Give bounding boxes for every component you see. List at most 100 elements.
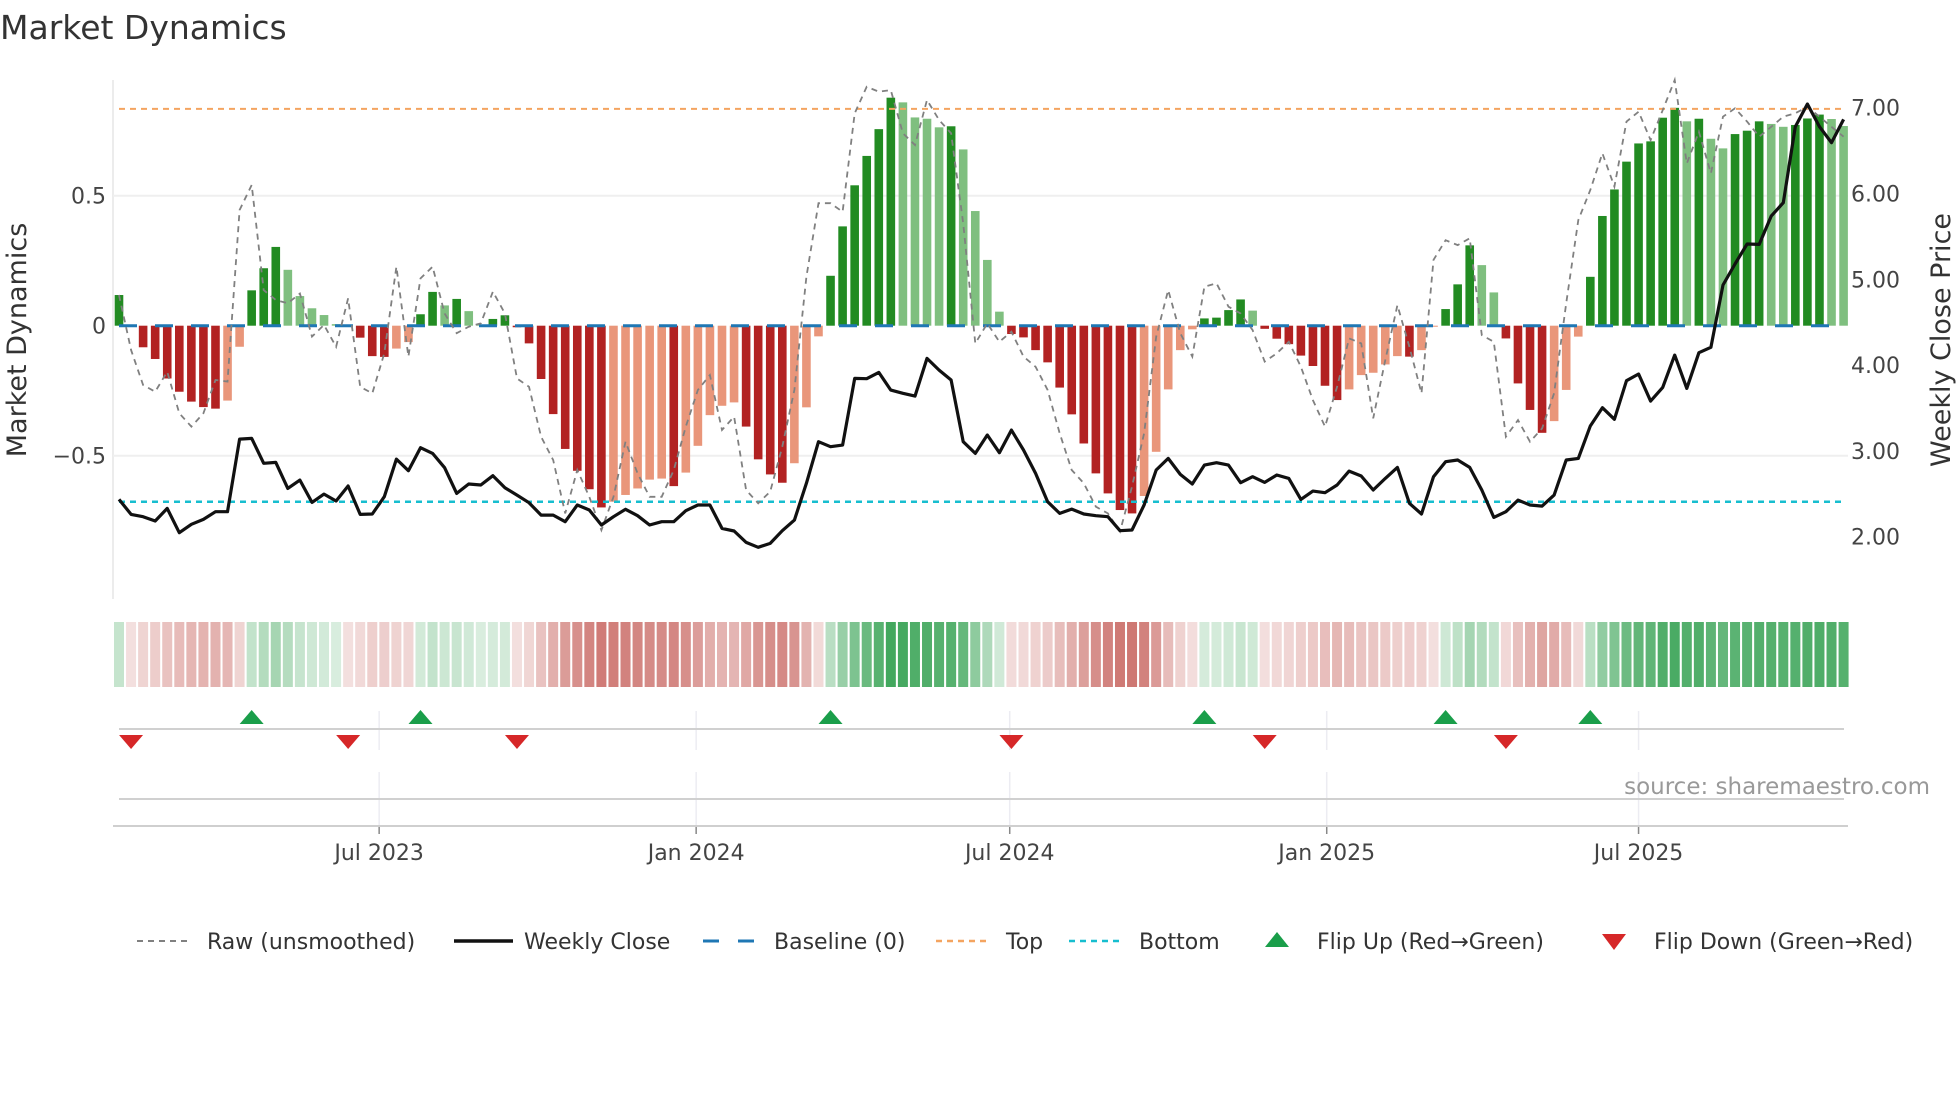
dynamics-bar [355,325,365,338]
flip-down-marker [504,735,529,749]
dynamics-bar [1730,134,1740,326]
heat-cell [1826,622,1837,687]
heat-cell [1428,622,1439,687]
heat-cell [186,622,197,687]
heat-cell [306,622,317,687]
dynamics-bar [802,325,811,408]
dynamics-bar [633,325,642,489]
heat-cell [1838,622,1849,687]
source-credit: source: sharemaestro.com [1624,774,1930,800]
heat-cell [524,622,535,687]
heat-cell [499,622,510,687]
heat-cell [1090,622,1101,687]
y2-tick-label: 7.00 [1851,97,1900,122]
chart-title: Market Dynamics [0,8,287,47]
heat-cell [560,622,571,687]
heat-cell [1042,622,1053,687]
flip-markers-panel [119,710,1844,750]
heat-cell [789,622,800,687]
dynamics-bar [1405,325,1414,357]
flip-up-marker [818,710,843,724]
heat-cell [319,622,330,687]
y2-tick-label: 2.00 [1851,526,1900,551]
legend-flip-down-icon [1602,934,1626,950]
heat-cell [837,622,848,687]
dynamics-bar [175,325,184,392]
heat-cell [704,622,715,687]
heat-cell [1211,622,1222,687]
dynamics-bar [826,275,835,326]
dynamics-bar [1742,130,1752,326]
dynamics-bar [1610,189,1619,326]
dynamics-bar [319,315,329,326]
heat-cell [1525,622,1536,687]
dynamics-bar [1634,143,1643,326]
heat-cell [294,622,305,687]
heat-cell [1139,622,1150,687]
dynamics-bar [1188,325,1197,330]
heat-cell [1102,622,1113,687]
x-tick-label: Jul 2023 [332,841,424,866]
dynamics-bar [1682,121,1692,326]
heat-cell [1187,622,1198,687]
dynamics-bar [838,226,847,326]
heat-cell [258,622,269,687]
dynamics-bar [1067,325,1077,415]
dynamics-bar [1501,325,1511,339]
heat-cell [1259,622,1270,687]
heat-cell [355,622,366,687]
dynamics-bar [1344,325,1354,390]
heat-cell [1380,622,1391,687]
heat-cell [1392,622,1403,687]
heat-cell [994,622,1005,687]
dynamics-bar [1320,325,1330,386]
heat-cell [415,622,426,687]
dynamics-bar [295,296,305,326]
heat-cell [463,622,474,687]
heat-cell [1597,622,1608,687]
heat-cell [922,622,933,687]
dynamics-bar [1537,325,1547,433]
raw-line [118,76,1845,534]
heat-cell [958,622,969,687]
heat-cell [1585,622,1596,687]
dynamics-bar [597,325,606,508]
dynamics-bar [1489,292,1499,326]
heat-cell [1669,622,1680,687]
heat-cell [403,622,414,687]
legend-label: Top [1005,930,1043,955]
dynamics-bar [1031,325,1040,351]
dynamics-bar [283,269,293,326]
flip-up-marker [1433,710,1458,724]
y2-ticks: 7.00 6.00 5.00 4.00 3.00 2.00 [1851,97,1900,551]
heat-cell [1778,622,1789,687]
dynamics-bar [1441,309,1450,326]
dynamics-bar [1622,161,1631,326]
dynamics-bar [705,325,715,416]
heat-cell [765,622,776,687]
dynamics-bar [669,325,679,487]
heat-cell [234,622,245,687]
heat-cell [1114,622,1125,687]
heat-cell [1223,622,1234,687]
heat-cell [451,622,462,687]
legend-label: Flip Down (Green→Red) [1654,930,1913,955]
dynamics-bar [464,311,474,326]
y-tick-label: −0.5 [53,445,106,470]
heat-cell [596,622,607,687]
dynamics-bars [114,97,1848,514]
dynamics-bar [440,305,449,326]
dynamics-bar [1417,325,1426,351]
series-lines [117,76,1846,549]
heat-cell [343,622,354,687]
dynamics-bar [416,314,425,326]
dynamics-bar [1670,107,1680,326]
flip-down-marker [336,735,361,749]
heat-cell [692,622,703,687]
dynamics-bar [1803,118,1812,326]
heat-cell [270,622,281,687]
dynamics-bar [211,325,220,409]
heat-cell [1730,622,1741,687]
heat-cell [1151,622,1162,687]
dynamics-bar [1778,126,1788,326]
